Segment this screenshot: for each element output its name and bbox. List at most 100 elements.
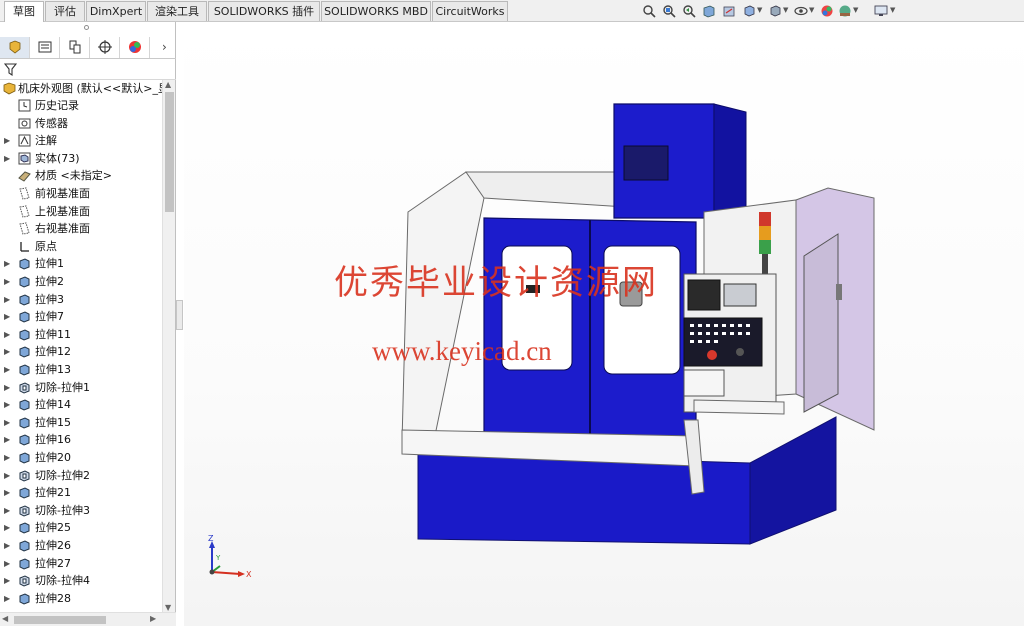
feature-manager-tab[interactable] [0,37,30,58]
expand-arrow-icon[interactable]: ▶ [4,255,10,272]
expand-arrow-icon[interactable]: ▶ [4,343,10,360]
dimxpert-manager-tab[interactable] [90,37,120,58]
expand-arrow-icon[interactable]: ▶ [4,519,10,536]
display-style-dropdown-icon[interactable]: ▼ [783,6,788,14]
tree-item-label: 切除-拉伸1 [35,380,90,394]
filter-icon[interactable] [4,63,17,76]
property-manager-tab[interactable] [30,37,60,58]
scroll-left-icon[interactable]: ◀ [2,614,8,623]
tree-item[interactable]: 历史记录 [0,97,162,114]
tab-solidworks-addins[interactable]: SOLIDWORKS 插件 [208,1,320,21]
view-settings-dropdown-icon[interactable]: ▼ [890,6,895,14]
expand-arrow-icon[interactable]: ▶ [4,555,10,572]
tree-item[interactable]: 材质 <未指定> [0,167,162,184]
tree-horizontal-scrollbar[interactable]: ◀ ▶ [0,612,176,626]
tab-circuitworks[interactable]: CircuitWorks [432,1,508,21]
scroll-right-icon[interactable]: ▶ [150,614,156,623]
expand-arrow-icon[interactable]: ▶ [4,590,10,607]
tree-item[interactable]: ▶ 注解 [0,132,162,149]
tree-item[interactable]: ▶ 拉伸20 [0,449,162,466]
expand-arrow-icon[interactable]: ▶ [4,379,10,396]
signal-pole [762,254,768,276]
expand-arrow-icon[interactable]: ▶ [4,291,10,308]
expand-arrow-icon[interactable]: ▶ [4,502,10,519]
apply-scene-dropdown-icon[interactable]: ▼ [853,6,858,14]
expand-arrow-icon[interactable]: ▶ [4,431,10,448]
tree-item[interactable]: ▶ 拉伸1 [0,255,162,272]
tab-evaluate[interactable]: 评估 [45,1,85,21]
expand-arrow-icon[interactable]: ▶ [4,396,10,413]
tree-item[interactable]: ▶ 拉伸28 [0,590,162,607]
tab-dimxpert[interactable]: DimXpert [86,1,146,21]
expand-arrow-icon[interactable]: ▶ [4,273,10,290]
expand-arrow-icon[interactable]: ▶ [4,414,10,431]
tree-item[interactable]: ▶ 拉伸21 [0,484,162,501]
tree-item[interactable]: ▶ 拉伸7 [0,308,162,325]
view-orientation-dropdown-icon[interactable]: ▼ [757,6,762,14]
previous-view-icon[interactable] [682,4,696,18]
expand-arrow-icon[interactable]: ▶ [4,537,10,554]
tree-item[interactable]: 上视基准面 [0,203,162,220]
zoom-to-fit-icon[interactable] [642,4,656,18]
configuration-manager-tab[interactable] [60,37,90,58]
tree-item[interactable]: ▶ 拉伸16 [0,431,162,448]
tree-item[interactable]: ▶ 拉伸25 [0,519,162,536]
tree-horizontal-scroll-thumb[interactable] [14,616,106,624]
panel-grip[interactable] [84,25,89,30]
cnc-machine-model[interactable] [184,22,1024,626]
expand-arrow-icon[interactable]: ▶ [4,484,10,501]
tree-item[interactable]: ▶ 切除-拉伸1 [0,379,162,396]
panel-collapse-handle[interactable] [176,300,183,330]
edit-appearance-icon[interactable] [820,4,834,18]
tree-item[interactable]: ▶ 切除-拉伸4 [0,572,162,589]
tree-vertical-scroll-thumb[interactable] [165,92,174,212]
tree-item[interactable]: ▶ 拉伸15 [0,414,162,431]
tree-item[interactable]: 原点 [0,238,162,255]
tree-item[interactable]: ▶ 拉伸2 [0,273,162,290]
tree-item[interactable]: ▶ 实体(73) [0,150,162,167]
tree-item[interactable]: ▶ 拉伸11 [0,326,162,343]
expand-arrow-icon[interactable]: ▶ [4,467,10,484]
tree-item[interactable]: ▶ 切除-拉伸2 [0,467,162,484]
tree-item[interactable]: ▶ 拉伸27 [0,555,162,572]
tree-item[interactable]: ▶ 切除-拉伸3 [0,502,162,519]
expand-arrow-icon[interactable]: ▶ [4,361,10,378]
panel-splitter[interactable] [175,22,184,626]
tree-item[interactable]: 右视基准面 [0,220,162,237]
display-style-icon[interactable] [768,4,782,18]
tab-render-tools[interactable]: 渲染工具 [147,1,207,21]
section-view-icon[interactable] [702,4,716,18]
feature-manager-panel: › 机床外观图 (默认<<默认>_显 历史记录 传感器 ▶ 注解 ▶ 实体(73) 材质 <… [0,22,176,626]
tab-solidworks-mbd[interactable]: SOLIDWORKS MBD [321,1,431,21]
tree-item[interactable]: ▶ 拉伸13 [0,361,162,378]
tree-item[interactable]: ▶ 拉伸12 [0,343,162,360]
tree-root-part[interactable]: 机床外观图 (默认<<默认>_显 [0,80,162,97]
expand-arrow-icon[interactable]: ▶ [4,449,10,466]
tab-sketch[interactable]: 草图 [4,1,44,22]
dynamic-annotation-icon[interactable] [722,4,736,18]
scroll-up-icon[interactable]: ▲ [165,80,171,89]
hide-show-dropdown-icon[interactable]: ▼ [809,6,814,14]
plane-icon [19,187,30,200]
view-settings-icon[interactable] [874,4,888,18]
expand-arrow-icon[interactable]: ▶ [4,150,10,167]
apply-scene-icon[interactable] [838,4,852,18]
scroll-down-icon[interactable]: ▼ [165,603,171,612]
display-manager-tab[interactable] [120,37,150,58]
expand-arrow-icon[interactable]: ▶ [4,308,10,325]
tree-item[interactable]: ▶ 拉伸26 [0,537,162,554]
tree-vertical-scrollbar[interactable]: ▲ ▼ [162,80,175,612]
expand-arrow-icon[interactable]: ▶ [4,132,10,149]
expand-arrow-icon[interactable]: ▶ [4,572,10,589]
hide-show-icon[interactable] [794,4,808,18]
expand-arrow-icon[interactable]: ▶ [4,326,10,343]
tree-item[interactable]: 传感器 [0,115,162,132]
view-orientation-icon[interactable] [742,4,756,18]
tree-item[interactable]: ▶ 拉伸3 [0,291,162,308]
material-icon [18,171,31,183]
panel-expand-chevron-icon[interactable]: › [162,40,167,54]
zoom-area-icon[interactable] [662,4,676,18]
tree-item[interactable]: 前视基准面 [0,185,162,202]
graphics-area[interactable]: 优秀毕业设计资源网 www.keyicad.cn Z Y X [184,22,1024,626]
tree-item[interactable]: ▶ 拉伸14 [0,396,162,413]
